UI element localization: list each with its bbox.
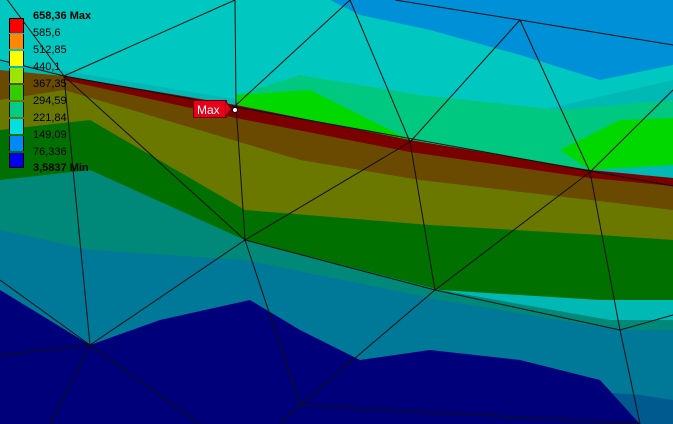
max-probe-pointer-icon — [225, 100, 238, 118]
legend-level-8: 76,336 — [33, 146, 67, 158]
legend-swatch-6 — [9, 102, 24, 117]
legend-level-1: 585,6 — [33, 27, 61, 39]
legend-level-4: 367,35 — [33, 78, 67, 90]
legend-swatch-5 — [9, 85, 24, 100]
fea-contour-mesh — [0, 0, 673, 424]
legend-level-7: 149,09 — [33, 129, 67, 141]
legend-swatch-4 — [9, 68, 24, 83]
legend-swatch-9 — [9, 153, 24, 168]
legend-max-label: 658,36 Max — [33, 10, 92, 22]
legend-swatch-8 — [9, 136, 24, 151]
legend-swatch-3 — [9, 51, 24, 66]
legend-level-3: 440,1 — [33, 61, 61, 73]
legend-swatch-7 — [9, 119, 24, 134]
legend-min-label: 3,5837 Min — [33, 162, 89, 174]
max-probe-label: Max — [197, 103, 220, 117]
legend-level-6: 221,84 — [33, 112, 67, 124]
legend-swatch-2 — [9, 34, 24, 49]
legend-level-5: 294,59 — [33, 95, 67, 107]
legend-swatch-1 — [9, 18, 24, 33]
legend-level-2: 512,85 — [33, 44, 67, 56]
model-viewport[interactable]: 658,36 Max 585,6 512,85 440,1 367,35 294… — [0, 0, 673, 424]
max-probe-box[interactable]: Max — [193, 100, 227, 118]
